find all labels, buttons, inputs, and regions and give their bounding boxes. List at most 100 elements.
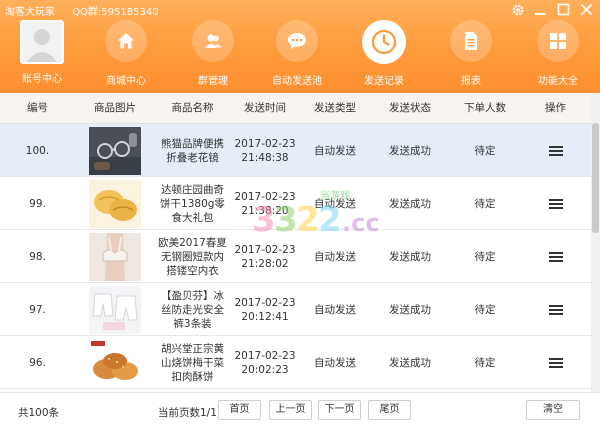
- column-header-name: 商品名称: [171, 102, 214, 114]
- menu-icon: [548, 357, 563, 368]
- product-image-cell: [75, 230, 155, 283]
- nav-label: 报表: [461, 76, 481, 87]
- nav-label: 商城中心: [106, 76, 146, 87]
- table-row[interactable]: 97. 【盈贝芬】冰丝防走光安全裤3条装 2017-02-23 20:12:41…: [0, 283, 591, 336]
- send-time: 2017-02-23 21:38:20: [230, 177, 300, 230]
- home-icon: [105, 20, 147, 62]
- clear-button[interactable]: 清空: [526, 400, 580, 420]
- nav-auto-send-pool[interactable]: 自动发送池: [265, 20, 329, 87]
- first-page-button[interactable]: 首页: [218, 400, 261, 420]
- menu-icon: [548, 145, 563, 156]
- nav-label: 账号中心: [22, 74, 62, 85]
- row-menu-button[interactable]: [520, 336, 591, 389]
- row-id: 98.: [29, 250, 46, 263]
- grid-icon: [537, 20, 579, 62]
- nav-label: 自动发送池: [272, 76, 322, 87]
- qq-group-text: QQ群:595185340: [72, 7, 159, 18]
- title-bar: 淘客大玩家 QQ群:595185340: [5, 3, 173, 18]
- order-count: 待定: [474, 303, 496, 316]
- send-status: 发送成功: [389, 197, 431, 210]
- product-image-cell: [75, 177, 155, 230]
- next-page-button[interactable]: 下一页: [318, 400, 361, 420]
- product-name: 胡兴堂正宗黄山烧饼梅干菜扣肉酥饼: [161, 342, 224, 383]
- column-header-orders: 下单人数: [464, 102, 506, 114]
- users-icon: [192, 20, 234, 62]
- shorts-photo: [89, 285, 141, 334]
- send-time: 2017-02-23 20:02:23: [230, 336, 300, 389]
- row-id: 100.: [25, 144, 50, 157]
- clock-icon: [362, 20, 406, 64]
- send-time: 2017-02-23 20:12:41: [230, 283, 300, 336]
- order-count: 待定: [474, 197, 496, 210]
- column-header-time: 发送时间: [244, 102, 286, 114]
- last-page-button[interactable]: 尾页: [368, 400, 411, 420]
- send-type: 自动发送: [314, 250, 356, 263]
- nav-group-manage[interactable]: 群管理: [181, 20, 245, 87]
- table-row[interactable]: 96. 胡兴堂正宗黄山烧饼梅干菜扣肉酥饼 2017-02-23 20:02:23…: [0, 336, 591, 389]
- menu-icon: [548, 304, 563, 315]
- chat-icon: [276, 20, 318, 62]
- menu-icon: [548, 251, 563, 262]
- product-name: 【盈贝芬】冰丝防走光安全裤3条装: [161, 289, 224, 330]
- nav-mall-center[interactable]: 商城中心: [94, 20, 158, 87]
- product-name: 欧美2017春夏无钢圈短款内搭镂空内衣: [158, 236, 227, 277]
- close-icon[interactable]: [579, 2, 594, 17]
- row-id: 99.: [29, 197, 46, 210]
- table-row[interactable]: 98. 欧美2017春夏无钢圈短款内搭镂空内衣 2017-02-23 21:28…: [0, 230, 591, 283]
- product-name: 达顿庄园曲奇饼干1380g零食大礼包: [160, 183, 225, 224]
- pastry-photo: [89, 338, 141, 387]
- table-body: 100. 熊猫品牌便携折叠老花镜 2017-02-23 21:48:38 自动发…: [0, 124, 591, 392]
- send-clock: 21:28:02: [241, 257, 289, 270]
- nav-reports[interactable]: 报表: [439, 20, 503, 87]
- avatar-icon: [20, 20, 64, 64]
- column-header-id: 编号: [27, 102, 48, 114]
- send-time: 2017-02-23 21:48:38: [230, 124, 300, 177]
- nav-label: 群管理: [198, 76, 228, 87]
- send-clock: 20:12:41: [241, 310, 289, 323]
- row-menu-button[interactable]: [520, 230, 591, 283]
- send-date: 2017-02-23: [234, 349, 296, 362]
- nav-account-center[interactable]: 账号中心: [10, 20, 74, 85]
- minimize-icon[interactable]: [533, 2, 548, 17]
- vertical-scrollbar[interactable]: [591, 93, 600, 392]
- prev-page-button[interactable]: 上一页: [269, 400, 312, 420]
- send-status: 发送成功: [389, 356, 431, 369]
- product-image-cell: [75, 124, 155, 177]
- nav-label: 功能大全: [538, 76, 578, 87]
- current-page: 当前页数1/1: [158, 407, 217, 419]
- total-count: 共100条: [18, 407, 60, 419]
- table-row[interactable]: 100. 熊猫品牌便携折叠老花镜 2017-02-23 21:48:38 自动发…: [0, 124, 591, 177]
- maximize-icon[interactable]: [556, 2, 571, 17]
- order-count: 待定: [474, 356, 496, 369]
- nav-all-functions[interactable]: 功能大全: [526, 20, 590, 87]
- send-clock: 20:02:23: [241, 363, 289, 376]
- table-row[interactable]: 99. 达顿庄园曲奇饼干1380g零食大礼包 2017-02-23 21:38:…: [0, 177, 591, 230]
- nav-send-records[interactable]: 发送记录: [352, 20, 416, 87]
- send-status: 发送成功: [389, 303, 431, 316]
- send-date: 2017-02-23: [234, 243, 296, 256]
- gear-icon[interactable]: [510, 2, 525, 17]
- send-type: 自动发送: [314, 197, 356, 210]
- send-time: 2017-02-23 21:28:02: [230, 230, 300, 283]
- send-clock: 21:48:38: [241, 151, 289, 164]
- row-menu-button[interactable]: [520, 283, 591, 336]
- send-status: 发送成功: [389, 250, 431, 263]
- nav-label: 发送记录: [364, 76, 404, 87]
- glasses-photo: [89, 126, 141, 175]
- row-menu-button[interactable]: [520, 177, 591, 230]
- send-type: 自动发送: [314, 144, 356, 157]
- send-status: 发送成功: [389, 144, 431, 157]
- product-image-cell: [75, 336, 155, 389]
- row-id: 97.: [29, 303, 46, 316]
- document-icon: [450, 20, 492, 62]
- table-header: 编号 商品图片 商品名称 发送时间 发送类型 发送状态 下单人数 操作: [0, 93, 591, 124]
- app-title: 淘客大玩家: [5, 7, 55, 18]
- send-date: 2017-02-23: [234, 190, 296, 203]
- send-type: 自动发送: [314, 303, 356, 316]
- cookies-photo: [89, 179, 141, 228]
- scrollbar-thumb[interactable]: [592, 123, 599, 233]
- column-header-image: 商品图片: [94, 102, 136, 114]
- row-menu-button[interactable]: [520, 124, 591, 177]
- column-header-status: 发送状态: [389, 102, 431, 114]
- menu-icon: [548, 198, 563, 209]
